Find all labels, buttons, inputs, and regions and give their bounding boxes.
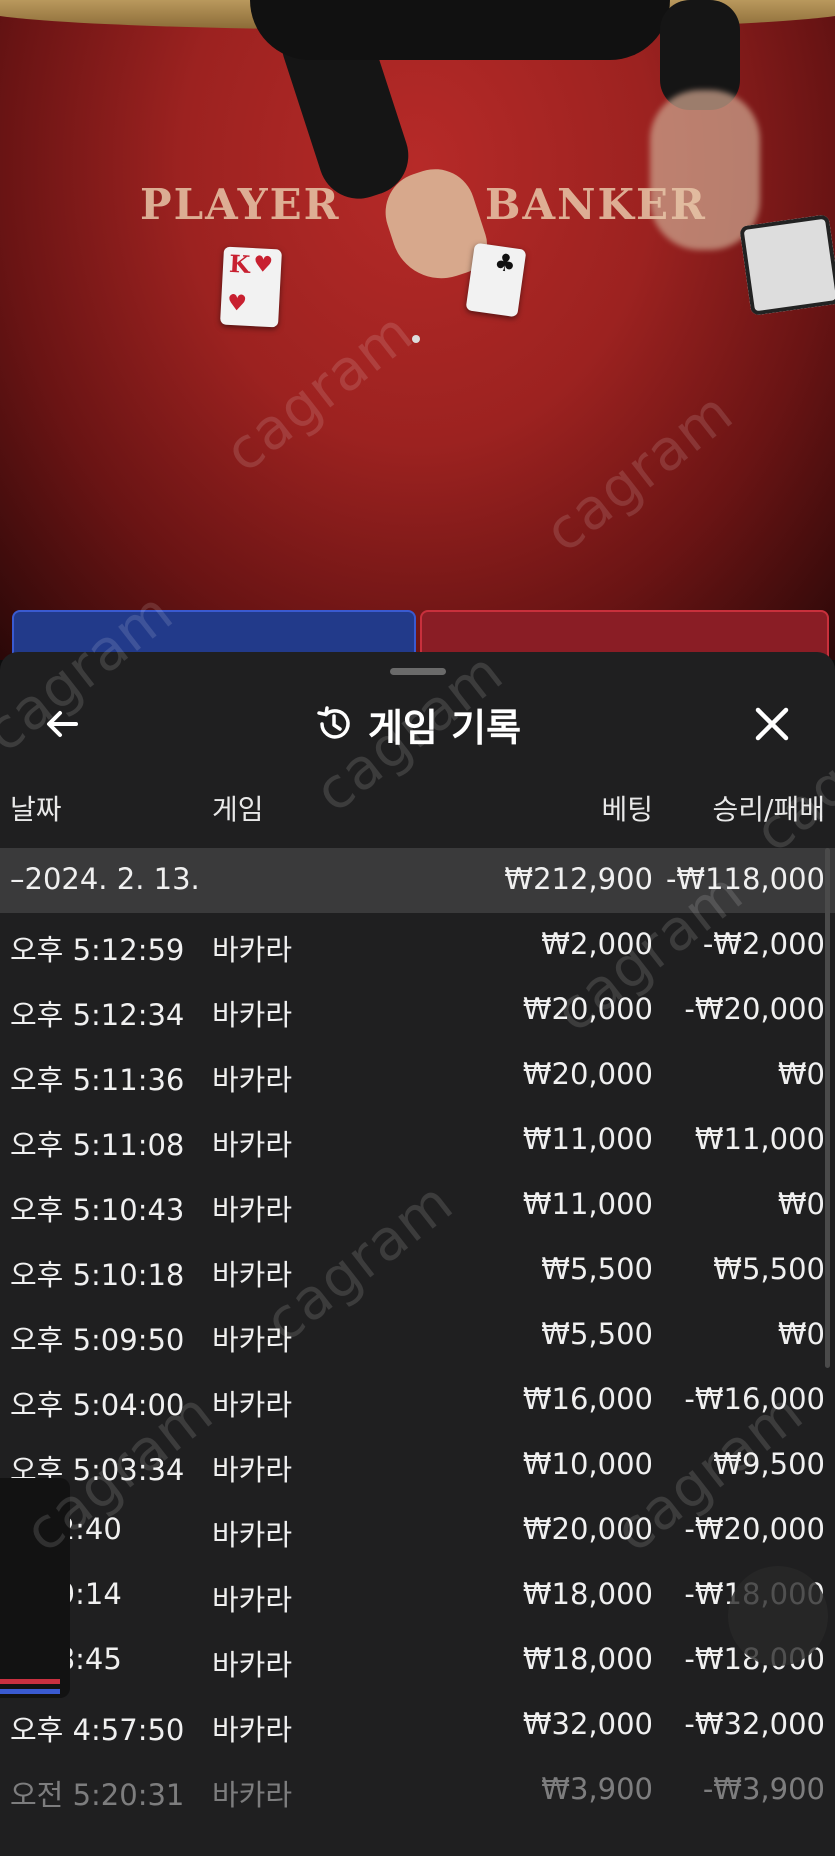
column-date: 날짜	[10, 793, 62, 826]
banker-indicator-bar	[0, 1679, 60, 1684]
row-game: 바카라	[212, 1583, 293, 1617]
row-result: -₩20,000	[684, 1512, 825, 1546]
row-game: 바카라	[212, 1388, 293, 1422]
row-bet: ₩10,000	[522, 1447, 653, 1481]
sheet-title: 게임 기록	[367, 705, 522, 750]
row-bet: ₩20,000	[522, 992, 653, 1026]
row-bet: ₩18,000	[522, 1642, 653, 1676]
row-bet: ₩5,500	[541, 1252, 653, 1286]
row-game: 바카라	[212, 1128, 293, 1162]
sheet-drag-handle[interactable]	[390, 668, 446, 675]
table-header: 날짜 게임 베팅 승리/패배	[0, 788, 835, 832]
card-shoe	[739, 214, 835, 316]
close-button[interactable]	[750, 702, 794, 746]
row-result: -₩3,900	[702, 1772, 825, 1806]
player-card: K ♥ ♥	[219, 246, 283, 328]
date-group-label: –2024. 2. 13.	[10, 862, 200, 896]
sheet-title-group: 게임 기록	[0, 692, 835, 756]
history-row[interactable]: 오후 5:11:08 바카라 ₩11,000 ₩11,000	[0, 1108, 835, 1173]
dealer-torso	[250, 0, 670, 60]
row-game: 바카라	[212, 1453, 293, 1487]
heart-suit-icon: ♥	[252, 252, 274, 279]
row-game: 바카라	[212, 1193, 293, 1227]
row-bet: ₩11,000	[522, 1187, 653, 1221]
mini-video-widget[interactable]	[0, 1478, 70, 1698]
history-row[interactable]: 오후 5:12:59 바카라 ₩2,000 -₩2,000	[0, 913, 835, 978]
date-group-bet: ₩212,900	[504, 862, 653, 896]
heart-suit-icon: ♥	[226, 290, 248, 317]
row-time: 오후 5:12:59	[10, 933, 185, 967]
club-suit-icon: ♣	[492, 247, 518, 279]
row-result: -₩2,000	[702, 927, 825, 961]
row-game: 바카라	[212, 1648, 293, 1682]
row-bet: ₩3,900	[541, 1772, 653, 1806]
row-result: ₩0	[777, 1187, 825, 1221]
row-game: 바카라	[212, 1063, 293, 1097]
date-group-result: -₩118,000	[665, 862, 825, 896]
row-result: ₩11,000	[694, 1122, 825, 1156]
history-list: –2024. 2. 13. ₩212,900 -₩118,000 오후 5:12…	[0, 848, 835, 1823]
row-game: 바카라	[212, 1258, 293, 1292]
row-game: 바카라	[212, 1323, 293, 1357]
column-result: 승리/패배	[712, 793, 825, 826]
date-group-row[interactable]: –2024. 2. 13. ₩212,900 -₩118,000	[0, 848, 835, 913]
row-game: 바카라	[212, 933, 293, 967]
row-result: -₩20,000	[684, 992, 825, 1026]
history-row[interactable]: 오전 5:20:31 바카라 ₩3,900 -₩3,900	[0, 1758, 835, 1823]
row-time: 오후 5:11:08	[10, 1128, 185, 1162]
column-bet: 베팅	[601, 793, 653, 826]
history-row[interactable]: 4:59:14바카라₩18,000-₩18,000	[0, 1563, 835, 1628]
row-game: 바카라	[212, 1713, 293, 1747]
table-marker	[412, 335, 420, 343]
row-bet: ₩20,000	[522, 1512, 653, 1546]
player-indicator-bar	[0, 1689, 60, 1694]
row-bet: ₩11,000	[522, 1122, 653, 1156]
history-row[interactable]: 5:02:40바카라₩20,000-₩20,000	[0, 1498, 835, 1563]
row-bet: ₩20,000	[522, 1057, 653, 1091]
row-bet: ₩32,000	[522, 1707, 653, 1741]
row-time: 오후 4:57:50	[10, 1713, 185, 1747]
row-result: -₩32,000	[684, 1707, 825, 1741]
row-bet: ₩18,000	[522, 1577, 653, 1611]
history-row[interactable]: 오후 5:09:50 바카라 ₩5,500 ₩0	[0, 1303, 835, 1368]
row-bet: ₩16,000	[522, 1382, 653, 1416]
history-row[interactable]: 오후 5:11:36 바카라 ₩20,000 ₩0	[0, 1043, 835, 1108]
row-result: -₩16,000	[684, 1382, 825, 1416]
history-row[interactable]: 오후 5:10:18 바카라 ₩5,500 ₩5,500	[0, 1238, 835, 1303]
game-history-sheet: 게임 기록 날짜 게임 베팅 승리/패배 –2024. 2. 13. ₩212,…	[0, 652, 835, 1856]
history-icon	[317, 706, 350, 739]
column-game: 게임	[212, 793, 264, 826]
history-row[interactable]: 4:58:45바카라₩18,000-₩18,000	[0, 1628, 835, 1693]
row-time: 오후 5:10:18	[10, 1258, 185, 1292]
row-time: 오후 5:12:34	[10, 998, 185, 1032]
row-result: ₩0	[777, 1317, 825, 1351]
banker-table-label: BANKER	[485, 180, 707, 229]
row-game: 바카라	[212, 1778, 293, 1812]
chat-button[interactable]	[728, 1566, 828, 1666]
player-card-rank: K	[228, 248, 251, 279]
row-result: ₩9,500	[713, 1447, 825, 1481]
row-game: 바카라	[212, 998, 293, 1032]
row-result: ₩0	[777, 1057, 825, 1091]
player-table-label: PLAYER	[140, 180, 341, 229]
history-row[interactable]: 오후 5:12:34 바카라 ₩20,000 -₩20,000	[0, 978, 835, 1043]
game-table-video: PLAYER BANKER K ♥ ♥ ♣	[0, 0, 835, 660]
row-time: 오후 5:11:36	[10, 1063, 185, 1097]
row-result: ₩5,500	[713, 1252, 825, 1286]
history-row[interactable]: 오후 5:03:34 바카라 ₩10,000 ₩9,500	[0, 1433, 835, 1498]
banker-card: ♣	[465, 242, 527, 318]
row-game: 바카라	[212, 1518, 293, 1552]
row-time: 오후 5:04:00	[10, 1388, 185, 1422]
history-row[interactable]: 오후 4:57:50 바카라 ₩32,000 -₩32,000	[0, 1693, 835, 1758]
close-icon	[755, 707, 789, 741]
row-time: 오후 5:09:50	[10, 1323, 185, 1357]
scrollbar[interactable]	[825, 848, 830, 1368]
history-row[interactable]: 오후 5:04:00 바카라 ₩16,000 -₩16,000	[0, 1368, 835, 1433]
row-bet: ₩2,000	[541, 927, 653, 961]
row-bet: ₩5,500	[541, 1317, 653, 1351]
sheet-header: 게임 기록	[0, 692, 835, 756]
row-time: 오후 5:10:43	[10, 1193, 185, 1227]
row-time: 오전 5:20:31	[10, 1778, 185, 1812]
history-row[interactable]: 오후 5:10:43 바카라 ₩11,000 ₩0	[0, 1173, 835, 1238]
